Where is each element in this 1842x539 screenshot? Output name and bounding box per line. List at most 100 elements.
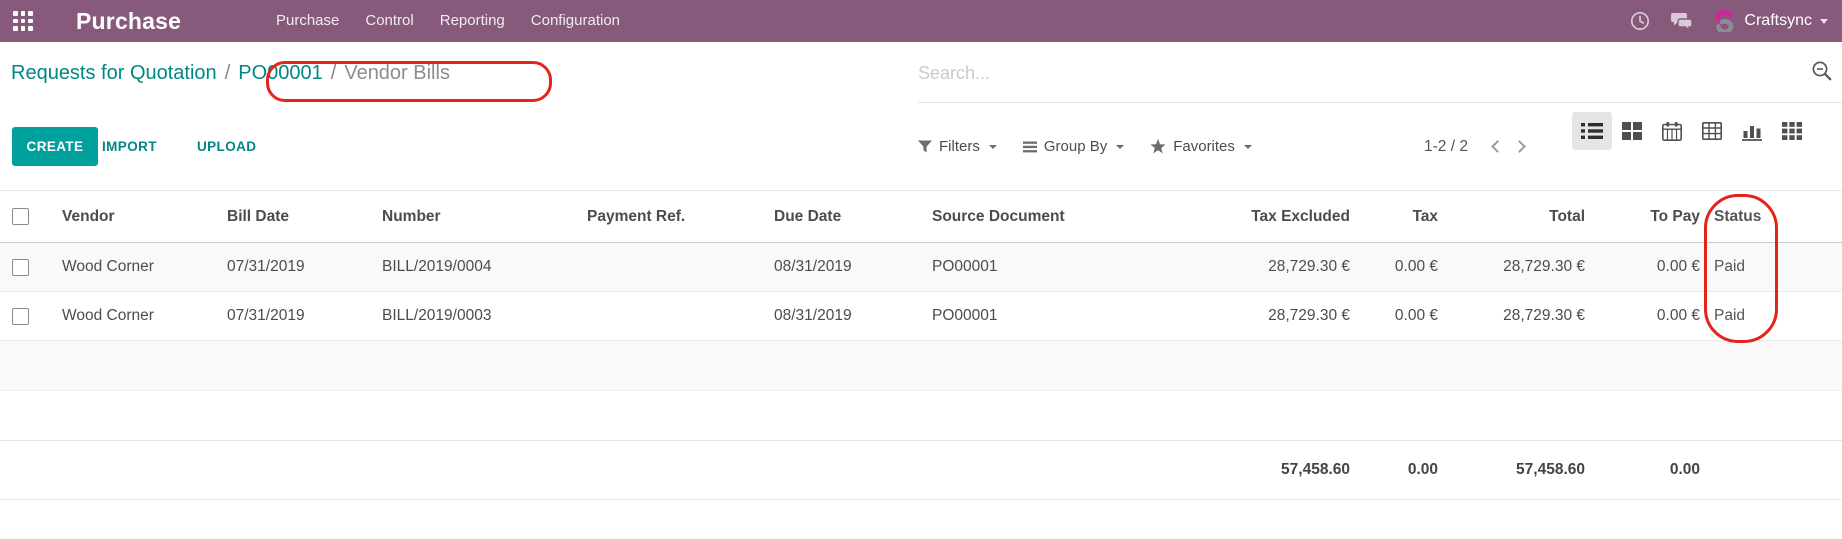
cell-tax: 0.00 €	[1362, 258, 1450, 276]
total-total: 57,458.60	[1450, 461, 1597, 479]
search-icon[interactable]	[1810, 59, 1834, 83]
menu-control[interactable]: Control	[352, 0, 426, 42]
column-header-payment-ref[interactable]: Payment Ref.	[575, 208, 762, 226]
list-view-icon	[1581, 122, 1603, 140]
favorites-star-icon	[1150, 139, 1166, 154]
menu-reporting[interactable]: Reporting	[427, 0, 518, 42]
chevron-down-icon	[989, 145, 997, 149]
column-header-due-date[interactable]: Due Date	[762, 208, 920, 226]
pager-range: 1-2 / 2	[1424, 138, 1468, 156]
calendar-view-icon	[1662, 122, 1682, 141]
cell-total: 28,729.30 €	[1450, 258, 1597, 276]
search-input[interactable]	[918, 56, 1778, 90]
favorites-label: Favorites	[1173, 138, 1235, 155]
filter-funnel-icon	[918, 140, 932, 153]
cell-number: BILL/2019/0003	[370, 307, 575, 325]
menu-configuration[interactable]: Configuration	[518, 0, 633, 42]
column-header-status[interactable]: Status	[1710, 208, 1842, 226]
cell-due-date: 08/31/2019	[762, 258, 920, 276]
select-all-checkbox[interactable]	[12, 208, 29, 225]
pager-next-button[interactable]	[1510, 134, 1536, 160]
control-panel: Requests for Quotation / PO00001 / Vendo…	[0, 42, 1842, 105]
purchase-vendor-bills-screen: Purchase Purchase Control Reporting Conf…	[0, 0, 1842, 539]
user-name: Craftsync	[1744, 12, 1812, 30]
menu-purchase[interactable]: Purchase	[263, 0, 352, 42]
breadcrumb-separator: /	[323, 62, 345, 85]
breadcrumb: Requests for Quotation / PO00001 / Vendo…	[11, 42, 450, 105]
app-title[interactable]: Purchase	[76, 0, 181, 42]
cell-status: Paid	[1710, 307, 1842, 325]
group-by-dropdown[interactable]: Group By	[1023, 138, 1124, 155]
empty-stripe	[0, 391, 1842, 441]
chevron-down-icon	[1820, 19, 1828, 24]
column-header-to-pay[interactable]: To Pay	[1597, 208, 1710, 226]
cell-vendor: Wood Corner	[50, 307, 215, 325]
pivot-view-button[interactable]	[1692, 112, 1732, 150]
breadcrumb-requests-for-quotation[interactable]: Requests for Quotation	[11, 62, 217, 85]
calendar-view-button[interactable]	[1652, 112, 1692, 150]
chevron-right-icon	[1513, 140, 1526, 153]
cell-total: 28,729.30 €	[1450, 307, 1597, 325]
pager-previous-button[interactable]	[1484, 134, 1510, 160]
main-menu: Purchase Control Reporting Configuration	[263, 0, 633, 42]
column-header-source-document[interactable]: Source Document	[920, 208, 1090, 226]
activity-grid-view-icon	[1782, 122, 1802, 140]
column-header-total[interactable]: Total	[1450, 208, 1597, 226]
column-header-bill-date[interactable]: Bill Date	[215, 208, 370, 226]
total-to-pay: 0.00	[1597, 461, 1710, 479]
cell-source-document: PO00001	[920, 307, 1090, 325]
cell-tax-excluded: 28,729.30 €	[1090, 258, 1362, 276]
import-button[interactable]: IMPORT	[102, 127, 157, 166]
row-checkbox[interactable]	[12, 259, 29, 276]
group-by-bars-icon	[1023, 141, 1037, 153]
table-row[interactable]: Wood Corner 07/31/2019 BILL/2019/0004 08…	[0, 243, 1842, 292]
company-logo	[1712, 9, 1736, 33]
cell-bill-date: 07/31/2019	[215, 307, 370, 325]
table-row[interactable]: Wood Corner 07/31/2019 BILL/2019/0003 08…	[0, 292, 1842, 341]
cell-to-pay: 0.00 €	[1597, 307, 1710, 325]
activity-grid-view-button[interactable]	[1772, 112, 1812, 150]
totals-row: 57,458.60 0.00 57,458.60 0.00	[0, 441, 1842, 500]
pivot-view-icon	[1702, 122, 1722, 140]
empty-stripe	[0, 341, 1842, 391]
pager: 1-2 / 2	[1424, 127, 1536, 166]
row-select-cell	[0, 259, 50, 276]
graph-view-button[interactable]	[1732, 112, 1772, 150]
cell-tax: 0.00 €	[1362, 307, 1450, 325]
apps-grid-icon[interactable]	[13, 11, 33, 31]
cell-due-date: 08/31/2019	[762, 307, 920, 325]
row-select-cell	[0, 308, 50, 325]
column-header-tax-excluded[interactable]: Tax Excluded	[1090, 208, 1362, 226]
total-tax: 0.00	[1362, 461, 1450, 479]
breadcrumb-po00001[interactable]: PO00001	[238, 62, 323, 85]
messages-chat-icon[interactable]	[1670, 9, 1694, 33]
cell-to-pay: 0.00 €	[1597, 258, 1710, 276]
list-view-button[interactable]	[1572, 112, 1612, 150]
activities-clock-icon[interactable]	[1628, 9, 1652, 33]
breadcrumb-vendor-bills: Vendor Bills	[344, 62, 450, 85]
cell-number: BILL/2019/0004	[370, 258, 575, 276]
table-header-row: Vendor Bill Date Number Payment Ref. Due…	[0, 190, 1842, 243]
create-button[interactable]: CREATE	[12, 127, 98, 166]
user-menu[interactable]: Craftsync	[1712, 9, 1828, 33]
upload-button[interactable]: UPLOAD	[197, 127, 256, 166]
cell-source-document: PO00001	[920, 258, 1090, 276]
chevron-down-icon	[1116, 145, 1124, 149]
row-checkbox[interactable]	[12, 308, 29, 325]
breadcrumb-separator: /	[217, 62, 239, 85]
chevron-down-icon	[1244, 145, 1252, 149]
kanban-view-icon	[1622, 122, 1642, 140]
graph-view-icon	[1742, 122, 1762, 141]
vendor-bills-list: Vendor Bill Date Number Payment Ref. Due…	[0, 190, 1842, 500]
kanban-view-button[interactable]	[1612, 112, 1652, 150]
cell-vendor: Wood Corner	[50, 258, 215, 276]
group-by-label: Group By	[1044, 138, 1107, 155]
column-header-number[interactable]: Number	[370, 208, 575, 226]
filters-dropdown[interactable]: Filters	[918, 138, 997, 155]
column-header-tax[interactable]: Tax	[1362, 208, 1450, 226]
favorites-dropdown[interactable]: Favorites	[1150, 138, 1252, 155]
column-header-vendor[interactable]: Vendor	[50, 208, 215, 226]
select-all-cell	[0, 208, 50, 225]
filters-label: Filters	[939, 138, 980, 155]
cell-bill-date: 07/31/2019	[215, 258, 370, 276]
